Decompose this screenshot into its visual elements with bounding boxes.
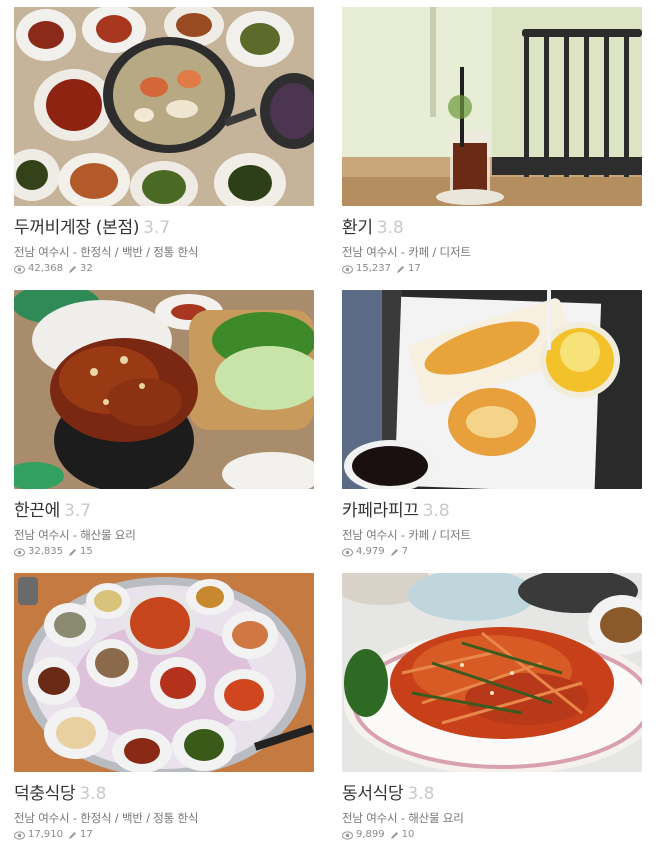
restaurant-card[interactable]: 한끈에 3.7 전남 여수시 - 해산물 요리 32,835 15: [14, 290, 314, 559]
view-count: 15,237: [356, 263, 391, 274]
pencil-icon: [68, 265, 77, 274]
region-category: 전남 여수시 - 한정식 / 백반 / 정통 한식: [14, 811, 199, 825]
restaurant-name[interactable]: 덕충식당: [14, 784, 76, 804]
title-row: 환기 3.8: [342, 216, 642, 240]
title-row: 동서식당 3.8: [342, 782, 642, 806]
stats: 4,979 7: [342, 545, 642, 559]
region-category: 전남 여수시 - 해산물 요리: [14, 528, 136, 542]
restaurant-photo[interactable]: [342, 7, 642, 206]
stats: 32,835 15: [14, 545, 314, 559]
eye-icon: [14, 547, 25, 557]
view-count: 9,899: [356, 829, 385, 840]
restaurant-name[interactable]: 환기: [342, 218, 373, 238]
restaurant-photo[interactable]: [14, 7, 314, 206]
restaurant-card[interactable]: 환기 3.8 전남 여수시 - 카페 / 디저트 15,237 17: [342, 7, 642, 276]
title-row: 두꺼비게장 (본점) 3.7: [14, 216, 314, 240]
region-category: 전남 여수시 - 해산물 요리: [342, 811, 464, 825]
restaurant-card[interactable]: 두꺼비게장 (본점) 3.7 전남 여수시 - 한정식 / 백반 / 정통 한식 …: [14, 7, 314, 276]
eye-icon: [14, 830, 25, 840]
review-count: 15: [80, 546, 93, 557]
view-count: 17,910: [28, 829, 63, 840]
restaurant-name[interactable]: 한끈에: [14, 501, 60, 521]
pencil-icon: [390, 831, 399, 840]
pencil-icon: [390, 548, 399, 557]
eye-icon: [342, 830, 353, 840]
rating: 3.7: [143, 218, 171, 238]
pencil-icon: [396, 265, 405, 274]
rating: 3.8: [79, 784, 107, 804]
view-count: 42,368: [28, 263, 63, 274]
restaurant-photo[interactable]: [342, 290, 642, 489]
restaurant-photo[interactable]: [14, 290, 314, 489]
stats: 15,237 17: [342, 262, 642, 276]
stats: 9,899 10: [342, 828, 642, 842]
review-count: 32: [80, 263, 93, 274]
restaurant-card[interactable]: 카페라피끄 3.8 전남 여수시 - 카페 / 디저트 4,979 7: [342, 290, 642, 559]
review-count: 7: [401, 546, 409, 557]
region-category: 전남 여수시 - 카페 / 디저트: [342, 528, 471, 542]
rating: 3.8: [422, 501, 450, 521]
eye-icon: [14, 264, 25, 274]
region-category: 전남 여수시 - 한정식 / 백반 / 정통 한식: [14, 245, 199, 259]
review-count: 17: [408, 263, 421, 274]
restaurant-name[interactable]: 카페라피끄: [342, 501, 419, 521]
restaurant-grid: 두꺼비게장 (본점) 3.7 전남 여수시 - 한정식 / 백반 / 정통 한식 …: [0, 0, 670, 849]
view-count: 4,979: [356, 546, 385, 557]
pencil-icon: [68, 548, 77, 557]
rating: 3.8: [407, 784, 435, 804]
restaurant-card[interactable]: 동서식당 3.8 전남 여수시 - 해산물 요리 9,899 10: [342, 573, 642, 842]
review-count: 10: [401, 829, 415, 840]
stats: 17,910 17: [14, 828, 314, 842]
stats: 42,368 32: [14, 262, 314, 276]
title-row: 한끈에 3.7: [14, 499, 314, 523]
title-row: 카페라피끄 3.8: [342, 499, 642, 523]
title-row: 덕충식당 3.8: [14, 782, 314, 806]
region-category: 전남 여수시 - 카페 / 디저트: [342, 245, 471, 259]
eye-icon: [342, 264, 353, 274]
pencil-icon: [68, 831, 77, 840]
restaurant-name[interactable]: 동서식당: [342, 784, 404, 804]
view-count: 32,835: [28, 546, 63, 557]
restaurant-photo[interactable]: [14, 573, 314, 772]
eye-icon: [342, 547, 353, 557]
restaurant-name[interactable]: 두꺼비게장 (본점): [14, 218, 139, 238]
rating: 3.7: [64, 501, 92, 521]
restaurant-photo[interactable]: [342, 573, 642, 772]
review-count: 17: [80, 829, 93, 840]
rating: 3.8: [376, 218, 404, 238]
restaurant-card[interactable]: 덕충식당 3.8 전남 여수시 - 한정식 / 백반 / 정통 한식 17,910…: [14, 573, 314, 842]
